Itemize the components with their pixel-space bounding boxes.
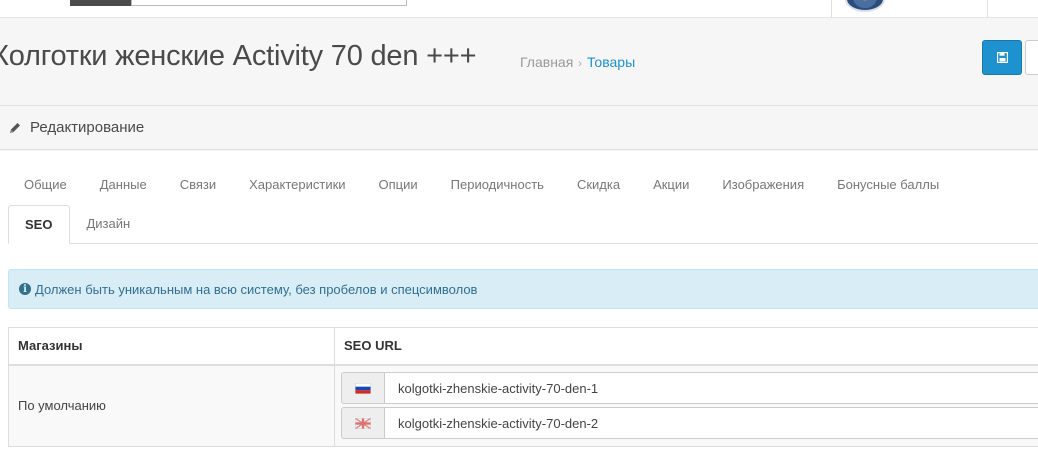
tabs-row: SEO Дизайн	[8, 205, 147, 244]
info-circle-icon: i	[19, 283, 31, 295]
column-header-stores: Магазины	[8, 327, 335, 366]
navbar-divider	[831, 0, 832, 18]
tab-general[interactable]: Общие	[8, 166, 84, 203]
tab-discount[interactable]: Скидка	[561, 166, 637, 203]
tab-links[interactable]: Связи	[164, 166, 233, 203]
tab-seo[interactable]: SEO	[8, 205, 71, 244]
search-input[interactable]	[131, 0, 407, 6]
alert-text: Должен быть уникальным на всю систему, б…	[35, 281, 478, 297]
panel-heading: Редактирование	[0, 107, 1038, 150]
uk-flag-icon	[355, 417, 371, 429]
page-header: Колготки женские Activity 70 den +++ Гла…	[0, 19, 1038, 106]
tab-design[interactable]: Дизайн	[70, 205, 147, 242]
floppy-disk-icon	[996, 52, 1008, 63]
tab-special[interactable]: Акции	[637, 166, 706, 203]
save-button[interactable]	[982, 40, 1022, 75]
language-addon	[341, 372, 384, 405]
tabs-row: Общие Данные Связи Характеристики Опции …	[8, 166, 956, 203]
tab-images[interactable]: Изображения	[706, 166, 821, 203]
breadcrumb: Главная › Товары	[520, 54, 635, 70]
seo-url-table: Магазины SEO URL По умолчанию	[8, 327, 1038, 447]
russia-flag-icon	[355, 382, 371, 394]
tab-options[interactable]: Опции	[363, 166, 435, 203]
navbar-divider	[987, 0, 988, 18]
store-name-cell: По умолчанию	[8, 364, 335, 447]
info-alert: i Должен быть уникальным на всю систему,…	[8, 269, 1038, 309]
seo-url-input-ru[interactable]	[384, 372, 1038, 405]
table-row: По умолчанию	[8, 364, 1038, 447]
top-navbar	[0, 0, 1038, 18]
breadcrumb-home-link[interactable]: Главная	[520, 54, 573, 70]
language-addon	[341, 407, 384, 440]
avatar[interactable]	[845, 0, 885, 12]
pencil-icon	[10, 123, 20, 133]
breadcrumb-products-link[interactable]: Товары	[587, 54, 635, 70]
seo-url-cell	[334, 364, 1038, 447]
cancel-button[interactable]	[1025, 40, 1038, 75]
table-header-row: Магазины SEO URL	[8, 327, 1038, 366]
tab-reward-points[interactable]: Бонусные баллы	[821, 166, 956, 203]
page-title: Колготки женские Activity 70 den +++	[0, 40, 477, 72]
panel-title: Редактирование	[30, 119, 145, 136]
tab-data[interactable]: Данные	[84, 166, 164, 203]
tabs-divider	[8, 243, 1038, 244]
column-header-seo-url: SEO URL	[334, 327, 1038, 366]
tab-attributes[interactable]: Характеристики	[233, 166, 362, 203]
tab-recurring[interactable]: Периодичность	[435, 166, 561, 203]
seo-url-input-group	[341, 407, 1038, 440]
search-category-button[interactable]	[70, 0, 132, 6]
seo-url-input-en[interactable]	[384, 407, 1038, 440]
breadcrumb-separator-icon: ›	[578, 58, 582, 70]
seo-url-input-group	[341, 372, 1038, 405]
